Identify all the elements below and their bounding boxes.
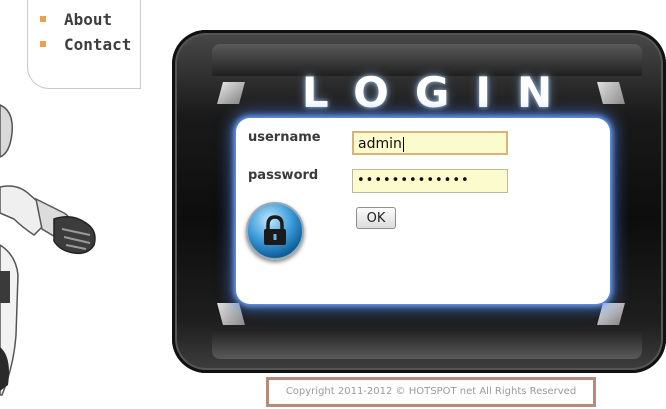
frame-corner [217,82,245,104]
text-caret [402,136,404,152]
ok-button[interactable]: OK [356,207,396,229]
frame-bottom-bar [212,329,642,359]
password-mask: ••••••••••••• [357,173,470,188]
nav-item-label: Contact [64,35,132,54]
login-title: LOGIN [301,68,579,117]
username-value: admin [358,136,402,152]
username-label: username [248,130,321,145]
copyright-footer: Copyright 2011-2012 © HOTSPOT net All Ri… [266,377,596,407]
nav-item-contact[interactable]: Contact [40,35,131,54]
nav-item-about[interactable]: About [40,10,112,29]
padlock-icon [246,202,304,260]
frame-corner [597,303,625,325]
nav-item-label: About [64,10,113,29]
login-panel: username admin password ••••••••••••• OK [236,118,610,304]
side-nav: About Contact [27,0,141,89]
bullet-icon [40,15,46,22]
password-label: password [248,168,319,183]
bullet-icon [40,40,46,47]
password-input[interactable]: ••••••••••••• [352,169,508,193]
login-frame: LOGIN username admin password ••••••••••… [172,30,666,373]
frame-corner [217,303,245,325]
username-input[interactable]: admin [352,131,508,155]
robot-illustration [0,104,96,396]
